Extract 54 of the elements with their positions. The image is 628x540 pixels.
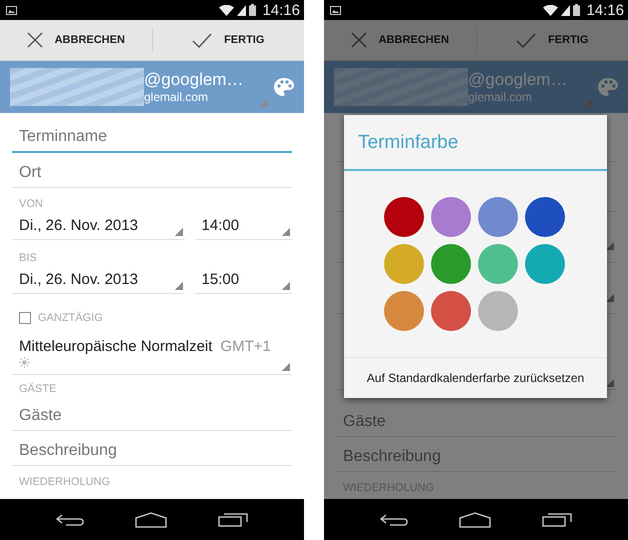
wifi-icon <box>219 4 234 16</box>
picture-icon <box>6 6 17 14</box>
clock-time: 14:16 <box>262 2 300 18</box>
picture-icon <box>330 6 341 14</box>
palette-icon[interactable] <box>598 78 618 96</box>
battery-icon <box>249 4 256 16</box>
cancel-button[interactable]: ABBRECHEN <box>0 20 152 60</box>
close-icon <box>26 32 43 48</box>
recent-apps-button[interactable] <box>542 512 572 527</box>
done-button[interactable]: FERTIG <box>476 20 628 60</box>
wifi-icon <box>543 4 558 16</box>
clock-time: 14:16 <box>586 2 624 18</box>
color-swatch[interactable] <box>431 291 471 331</box>
color-swatch[interactable] <box>431 244 471 284</box>
color-swatch[interactable] <box>478 197 518 237</box>
section-label: WIEDERHOLUNG <box>18 475 112 490</box>
account-email: glemail.com <box>144 90 210 104</box>
back-button[interactable] <box>56 514 84 526</box>
section-label: BIS <box>18 251 38 266</box>
dropdown-corner-icon <box>606 242 614 250</box>
dropdown-corner-icon <box>606 379 614 387</box>
color-swatch[interactable] <box>525 244 565 284</box>
home-button[interactable] <box>134 512 167 528</box>
color-swatch[interactable] <box>384 197 424 237</box>
battery-icon <box>573 4 580 16</box>
cancel-button[interactable]: ABBRECHEN <box>324 20 476 60</box>
done-button[interactable]: FERTIG <box>152 20 304 60</box>
color-swatch[interactable] <box>384 291 424 331</box>
home-button[interactable] <box>458 512 491 528</box>
signal-icon <box>237 4 246 16</box>
dropdown-corner-icon <box>606 294 614 302</box>
account-email: @googlem… <box>144 70 244 90</box>
dialog-title: Terminfarbe <box>344 115 607 171</box>
palette-icon[interactable] <box>274 78 294 96</box>
reset-color-button[interactable]: Auf Standardkalenderfarbe zurücksetzen <box>344 357 607 398</box>
text-field[interactable]: Terminname <box>12 121 292 153</box>
back-button[interactable] <box>380 514 408 526</box>
checkmark-icon <box>192 32 212 48</box>
account-email: glemail.com <box>468 90 534 104</box>
recent-apps-button[interactable] <box>218 512 248 527</box>
color-swatch[interactable] <box>431 197 471 237</box>
signal-icon <box>561 4 570 16</box>
sun-icon <box>19 357 30 368</box>
color-swatch[interactable] <box>384 244 424 284</box>
checkmark-icon <box>516 32 536 48</box>
section-label: GÄSTE <box>18 382 58 397</box>
checkbox[interactable] <box>19 312 31 324</box>
color-swatch[interactable] <box>478 291 518 331</box>
color-swatch[interactable] <box>478 244 518 284</box>
account-email: @googlem… <box>468 70 568 90</box>
section-label: VON <box>18 197 44 212</box>
checkbox-label: GANZTÄGIG <box>38 312 103 324</box>
color-swatch[interactable] <box>525 197 565 237</box>
close-icon <box>350 32 367 48</box>
